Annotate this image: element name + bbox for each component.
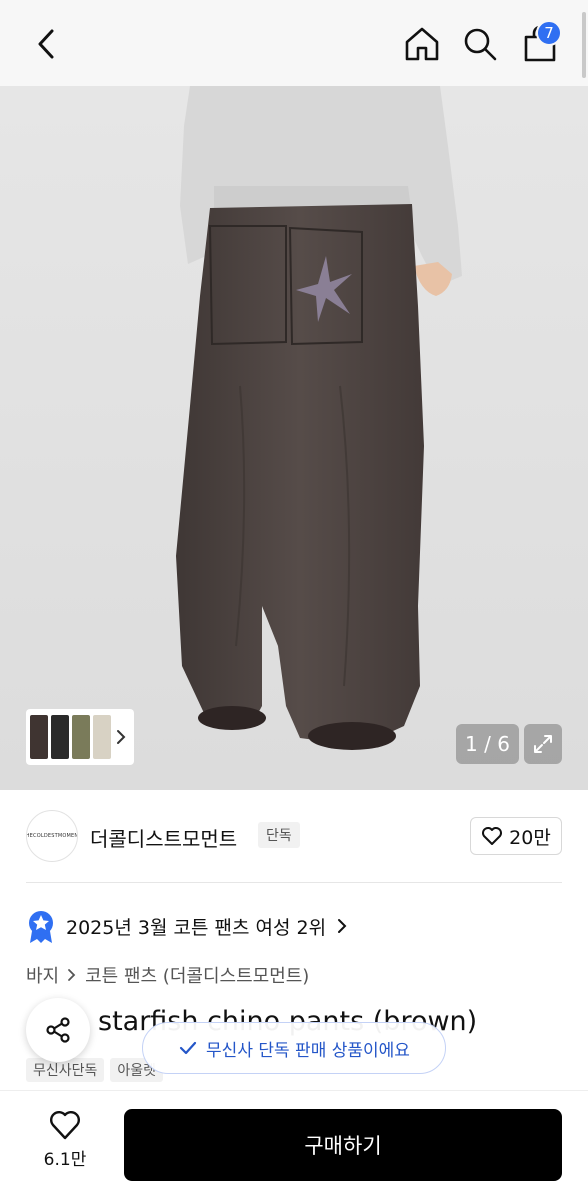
- image-counter: 1 / 6: [456, 724, 519, 764]
- bottom-bar: 6.1만 구매하기: [0, 1090, 588, 1200]
- back-button[interactable]: [26, 24, 66, 64]
- ranking-badge-icon: [29, 911, 53, 943]
- buy-button[interactable]: 구매하기: [124, 1109, 562, 1181]
- heart-icon: [50, 1111, 80, 1140]
- top-bar: 7: [0, 0, 588, 86]
- wish-count: 6.1만: [43, 1150, 87, 1170]
- brand-like-button[interactable]: 20만: [470, 817, 562, 855]
- divider: [26, 882, 562, 883]
- thumbnail-1[interactable]: [30, 715, 48, 759]
- check-icon: [179, 1041, 197, 1055]
- brand-name[interactable]: 더콜디스트모먼트: [90, 823, 237, 852]
- thumbnail-3[interactable]: [72, 715, 90, 759]
- breadcrumb-category[interactable]: 바지: [26, 962, 59, 988]
- share-icon: [46, 1017, 70, 1043]
- thumbnail-strip[interactable]: [26, 709, 134, 765]
- wish-button[interactable]: 6.1만: [30, 1109, 100, 1179]
- expand-icon: [534, 735, 552, 753]
- heart-icon: [482, 827, 503, 845]
- chevron-right-icon: [338, 919, 347, 933]
- home-button[interactable]: [400, 22, 444, 66]
- brand-like-count: 20만: [509, 826, 551, 849]
- exclusive-toast: 무신사 단독 판매 상품이에요: [142, 1022, 446, 1074]
- product-photo: [0, 86, 588, 790]
- ranking-link[interactable]: 2025년 3월 코튼 팬츠 여성 2위: [26, 908, 348, 944]
- thumbnail-2[interactable]: [51, 715, 69, 759]
- chevron-right-icon: [117, 730, 126, 744]
- brand-logo[interactable]: THECOLDESTMOMENT: [26, 810, 78, 862]
- expand-button[interactable]: [524, 724, 562, 764]
- chevron-left-icon: [38, 29, 54, 59]
- product-tag: 무신사단독: [26, 1058, 105, 1082]
- ranking-text: 2025년 3월 코튼 팬츠 여성 2위: [66, 916, 327, 939]
- brand-row: THECOLDESTMOMENT 더콜디스트모먼트 단독 20만: [0, 790, 588, 883]
- chevron-right-icon: [68, 969, 76, 981]
- breadcrumb: 바지 코튼 팬츠 (더콜디스트모먼트): [26, 962, 309, 988]
- cart-count-badge: 7: [536, 20, 562, 46]
- home-icon: [405, 27, 439, 61]
- search-button[interactable]: [458, 22, 502, 66]
- thumbnail-4[interactable]: [93, 715, 111, 759]
- product-image[interactable]: [0, 86, 588, 790]
- scroll-indicator: [582, 12, 586, 78]
- cart-button[interactable]: 7: [516, 20, 564, 66]
- search-icon: [464, 28, 497, 61]
- share-button[interactable]: [26, 998, 90, 1062]
- breadcrumb-subcategory[interactable]: 코튼 팬츠 (더콜디스트모먼트): [85, 962, 309, 988]
- product-tags: 무신사단독 아울렛: [26, 1058, 164, 1082]
- brand-exclusive-tag: 단독: [258, 822, 300, 848]
- toast-text: 무신사 단독 판매 상품이에요: [206, 1040, 410, 1061]
